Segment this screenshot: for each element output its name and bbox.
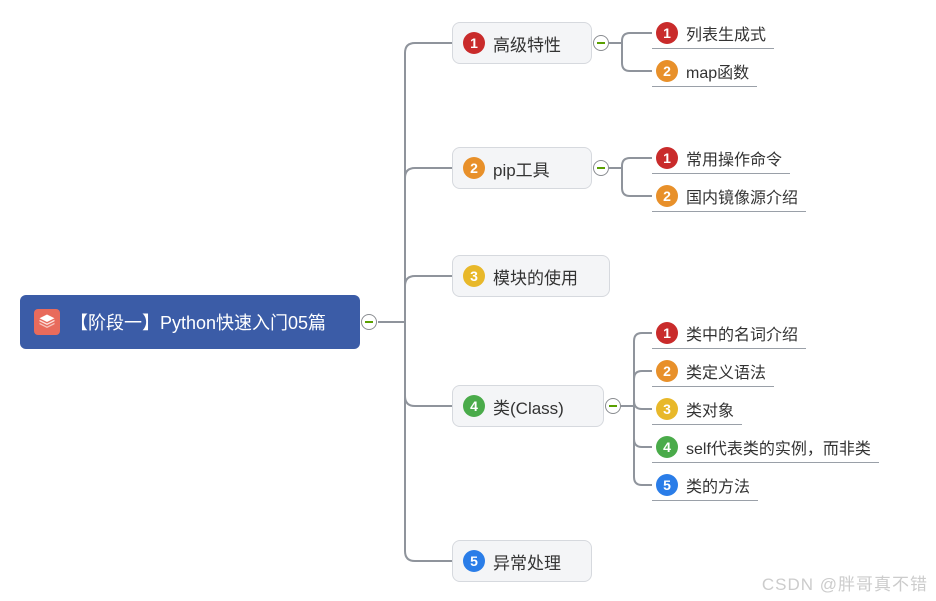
number-badge: 2 — [656, 185, 678, 207]
number-badge: 2 — [463, 157, 485, 179]
branch-node[interactable]: 4 类(Class) — [452, 385, 604, 427]
leaf-label: 列表生成式 — [686, 21, 766, 45]
leaf-underline — [652, 86, 757, 87]
leaf-underline — [652, 462, 879, 463]
root-title: 【阶段一】Python快速入门05篇 — [70, 309, 326, 335]
mindmap-canvas: 【阶段一】Python快速入门05篇 1 高级特性 1 列表生成式 2 map函数 2 pip… — [0, 0, 936, 601]
branch-label: 异常处理 — [493, 549, 561, 574]
number-badge: 4 — [656, 436, 678, 458]
leaf-underline — [652, 211, 806, 212]
leaf-label: 类中的名词介绍 — [686, 321, 798, 345]
leaf-label: 国内镜像源介绍 — [686, 184, 798, 208]
leaf-node[interactable]: 2 国内镜像源介绍 — [652, 181, 802, 211]
leaf-underline — [652, 348, 806, 349]
leaf-node[interactable]: 2 map函数 — [652, 56, 753, 86]
leaf-underline — [652, 500, 758, 501]
branch-node[interactable]: 2 pip工具 — [452, 147, 592, 189]
root-node[interactable]: 【阶段一】Python快速入门05篇 — [20, 295, 360, 349]
leaf-underline — [652, 173, 790, 174]
number-badge: 3 — [656, 398, 678, 420]
number-badge: 1 — [656, 322, 678, 344]
leaf-label: self代表类的实例，而非类 — [686, 435, 871, 459]
leaf-underline — [652, 48, 774, 49]
branch-node[interactable]: 1 高级特性 — [452, 22, 592, 64]
collapse-toggle[interactable] — [593, 35, 609, 51]
leaf-node[interactable]: 4 self代表类的实例，而非类 — [652, 432, 875, 462]
branch-label: pip工具 — [493, 156, 550, 181]
leaf-node[interactable]: 3 类对象 — [652, 394, 738, 424]
number-badge: 2 — [656, 360, 678, 382]
branch-label: 类(Class) — [493, 394, 564, 419]
leaf-node[interactable]: 5 类的方法 — [652, 470, 754, 500]
collapse-toggle[interactable] — [593, 160, 609, 176]
leaf-node[interactable]: 1 类中的名词介绍 — [652, 318, 802, 348]
number-badge: 5 — [656, 474, 678, 496]
number-badge: 2 — [656, 60, 678, 82]
number-badge: 1 — [656, 147, 678, 169]
branch-label: 模块的使用 — [493, 264, 578, 289]
number-badge: 1 — [463, 32, 485, 54]
collapse-toggle-root[interactable] — [361, 314, 377, 330]
watermark-prefix: CSDN — [762, 575, 814, 594]
leaf-underline — [652, 386, 774, 387]
stack-icon — [34, 309, 60, 335]
number-badge: 5 — [463, 550, 485, 572]
leaf-node[interactable]: 1 常用操作命令 — [652, 143, 786, 173]
leaf-label: 类定义语法 — [686, 359, 766, 383]
number-badge: 3 — [463, 265, 485, 287]
watermark-handle: @胖哥真不错 — [820, 575, 928, 594]
leaf-label: 常用操作命令 — [686, 146, 782, 170]
leaf-label: 类对象 — [686, 397, 734, 421]
collapse-toggle[interactable] — [605, 398, 621, 414]
number-badge: 1 — [656, 22, 678, 44]
number-badge: 4 — [463, 395, 485, 417]
leaf-underline — [652, 424, 742, 425]
branch-label: 高级特性 — [493, 31, 561, 56]
branch-node[interactable]: 3 模块的使用 — [452, 255, 610, 297]
leaf-label: 类的方法 — [686, 473, 750, 497]
leaf-node[interactable]: 2 类定义语法 — [652, 356, 770, 386]
branch-node[interactable]: 5 异常处理 — [452, 540, 592, 582]
watermark: CSDN @胖哥真不错 — [762, 570, 928, 595]
leaf-node[interactable]: 1 列表生成式 — [652, 18, 770, 48]
leaf-label: map函数 — [686, 59, 749, 83]
